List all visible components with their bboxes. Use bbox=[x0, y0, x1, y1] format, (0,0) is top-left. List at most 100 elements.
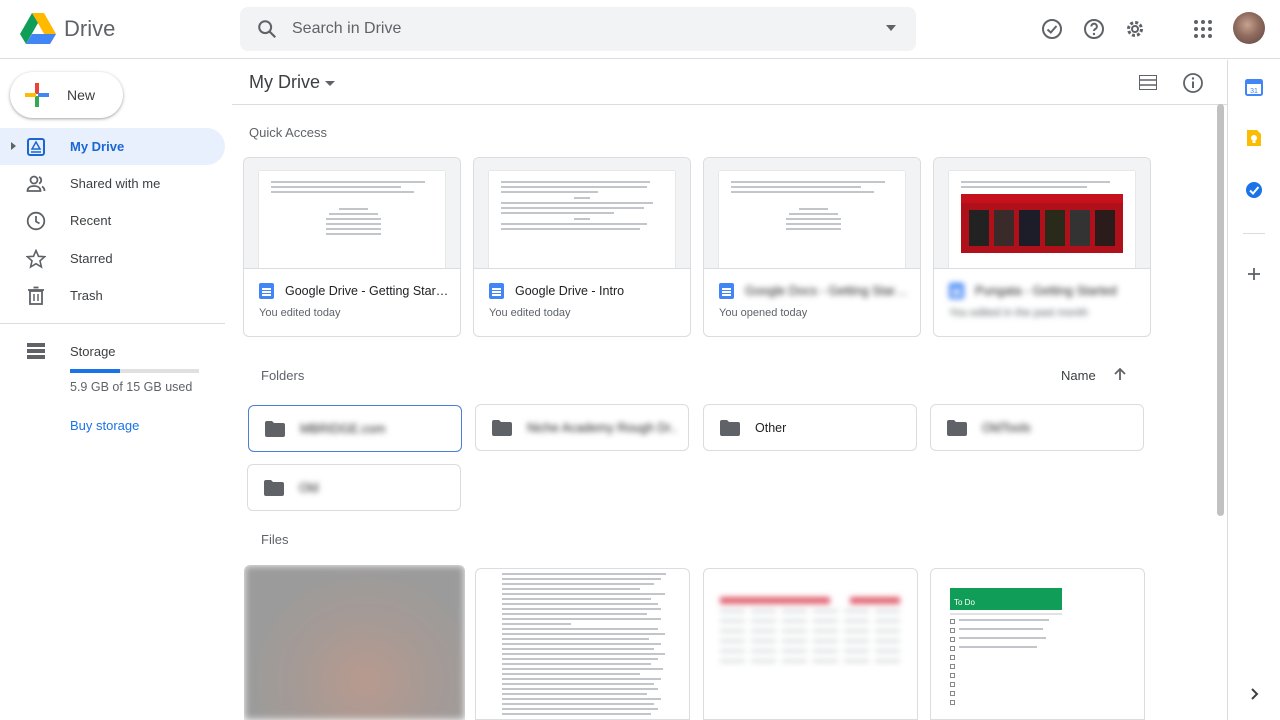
list-view-icon[interactable] bbox=[1139, 75, 1157, 90]
storage-label[interactable]: Storage bbox=[70, 344, 116, 359]
buy-storage-link[interactable]: Buy storage bbox=[70, 418, 139, 433]
sort-by-name-button[interactable]: Name bbox=[1061, 368, 1096, 383]
files-heading: Files bbox=[261, 532, 289, 547]
sidebar-item-my-drive[interactable]: My Drive bbox=[0, 128, 225, 165]
chevron-down-icon[interactable] bbox=[325, 81, 335, 86]
file-name: Google Drive - Intro bbox=[515, 284, 625, 298]
sidebar: New My Drive Shared with me Recent Starr… bbox=[0, 60, 232, 720]
folder-name: Old bbox=[299, 481, 319, 495]
todo-title: To Do bbox=[954, 598, 975, 607]
sidebar-item-label: Trash bbox=[70, 288, 103, 303]
folder-icon bbox=[720, 420, 740, 436]
file-name: Google Drive - Getting Started bbox=[285, 284, 450, 298]
quick-access-card[interactable]: Google Drive - Getting Started You edite… bbox=[243, 157, 461, 337]
shared-people-icon bbox=[26, 175, 46, 192]
quick-access-card[interactable]: Google Drive - Intro You edited today bbox=[473, 157, 691, 337]
folder-icon bbox=[492, 420, 512, 436]
search-input[interactable] bbox=[292, 7, 852, 51]
file-name: Google Docs - Getting Started bbox=[745, 284, 910, 298]
sidebar-item-recent[interactable]: Recent bbox=[0, 202, 225, 239]
file-activity: You edited today bbox=[259, 307, 341, 319]
file-activity: You edited today bbox=[489, 307, 571, 319]
folder-item[interactable]: Niche Academy Rough Dr... bbox=[475, 404, 689, 451]
scrollbar-thumb[interactable] bbox=[1217, 104, 1224, 516]
info-icon[interactable] bbox=[1182, 72, 1204, 94]
my-drive-icon bbox=[27, 138, 45, 156]
main-content: My Drive Quick Access Google Drive - Get… bbox=[232, 60, 1227, 720]
sidebar-item-trash[interactable]: Trash bbox=[0, 277, 225, 314]
folder-name: Niche Academy Rough Dr... bbox=[527, 421, 677, 435]
app-name[interactable]: Drive bbox=[64, 16, 115, 42]
sidebar-item-label: Shared with me bbox=[70, 176, 161, 191]
sidebar-item-shared-with-me[interactable]: Shared with me bbox=[0, 165, 225, 202]
main-scrollbar[interactable] bbox=[1215, 104, 1225, 720]
file-thumbnail bbox=[934, 158, 1150, 269]
file-thumbnail bbox=[474, 158, 690, 269]
offline-ready-icon[interactable] bbox=[1040, 17, 1064, 41]
storage-progress-bar bbox=[70, 369, 199, 373]
top-bar: Drive bbox=[0, 0, 1280, 59]
new-button[interactable]: New bbox=[10, 72, 123, 118]
file-thumbnail: To Do bbox=[950, 588, 1062, 610]
todo-rows bbox=[950, 613, 1062, 705]
quick-access-heading: Quick Access bbox=[249, 125, 328, 140]
side-panel-rail: 31 bbox=[1227, 60, 1280, 720]
file-name: Pungata - Getting Started bbox=[975, 284, 1117, 298]
file-card-spreadsheet[interactable] bbox=[703, 568, 918, 720]
clock-icon bbox=[26, 211, 46, 231]
drive-logo-icon[interactable] bbox=[20, 13, 56, 45]
file-thumbnail bbox=[244, 565, 465, 720]
file-activity: You edited in the past month bbox=[949, 307, 1089, 319]
storage-used-text: 5.9 GB of 15 GB used bbox=[70, 380, 193, 394]
file-thumbnail bbox=[476, 569, 689, 715]
storage-progress-fill bbox=[70, 369, 121, 373]
svg-text:31: 31 bbox=[1250, 88, 1258, 95]
calendar-icon[interactable]: 31 bbox=[1245, 78, 1263, 96]
plus-icon bbox=[25, 83, 49, 107]
add-addon-plus-icon[interactable] bbox=[1245, 265, 1263, 283]
folder-item[interactable]: Old bbox=[247, 464, 461, 511]
help-icon[interactable] bbox=[1082, 17, 1106, 41]
star-icon bbox=[26, 249, 46, 269]
folder-icon bbox=[947, 420, 967, 436]
folder-item[interactable]: MBRIDGE.com bbox=[248, 405, 462, 452]
quick-access-card[interactable]: Pungata - Getting Started You edited in … bbox=[933, 157, 1151, 337]
folder-item[interactable]: Other bbox=[703, 404, 917, 451]
sidebar-item-label: My Drive bbox=[70, 139, 125, 154]
sidebar-item-starred[interactable]: Starred bbox=[0, 240, 225, 277]
file-card-photo[interactable] bbox=[244, 565, 465, 720]
page-title[interactable]: My Drive bbox=[249, 72, 320, 93]
search-options-dropdown-icon[interactable] bbox=[886, 25, 896, 31]
keep-icon[interactable] bbox=[1245, 129, 1263, 147]
quick-access-card[interactable]: Google Docs - Getting Started You opened… bbox=[703, 157, 921, 337]
file-thumbnail bbox=[720, 597, 900, 665]
main-header: My Drive bbox=[232, 60, 1227, 105]
folder-name: OldTools bbox=[982, 421, 1031, 435]
chevron-right-icon[interactable] bbox=[1245, 685, 1263, 703]
google-docs-icon bbox=[719, 283, 734, 299]
file-thumbnail bbox=[244, 158, 460, 269]
account-avatar[interactable] bbox=[1233, 12, 1265, 44]
folders-heading: Folders bbox=[261, 368, 305, 383]
google-docs-icon bbox=[949, 283, 964, 299]
settings-gear-icon[interactable] bbox=[1123, 17, 1147, 41]
sidebar-divider bbox=[0, 323, 225, 324]
folder-icon bbox=[265, 421, 285, 437]
folder-name: MBRIDGE.com bbox=[300, 422, 386, 436]
expand-arrow-icon[interactable] bbox=[11, 142, 16, 150]
file-card-document[interactable] bbox=[475, 568, 690, 720]
file-card-todo-sheet[interactable]: To Do bbox=[930, 568, 1145, 720]
tasks-icon[interactable] bbox=[1245, 181, 1263, 199]
sort-arrow-up-icon[interactable] bbox=[1113, 367, 1127, 381]
folder-item[interactable]: OldTools bbox=[930, 404, 1144, 451]
sidebar-item-label: Starred bbox=[70, 251, 113, 266]
google-docs-icon bbox=[259, 283, 274, 299]
folder-name: Other bbox=[755, 421, 787, 435]
sidebar-item-label: Recent bbox=[70, 213, 112, 228]
search-box[interactable] bbox=[240, 7, 916, 51]
apps-grid-icon[interactable] bbox=[1191, 17, 1215, 41]
search-icon[interactable] bbox=[256, 18, 278, 40]
new-button-label: New bbox=[67, 87, 96, 103]
trash-icon bbox=[28, 286, 44, 305]
rail-divider bbox=[1243, 233, 1265, 234]
